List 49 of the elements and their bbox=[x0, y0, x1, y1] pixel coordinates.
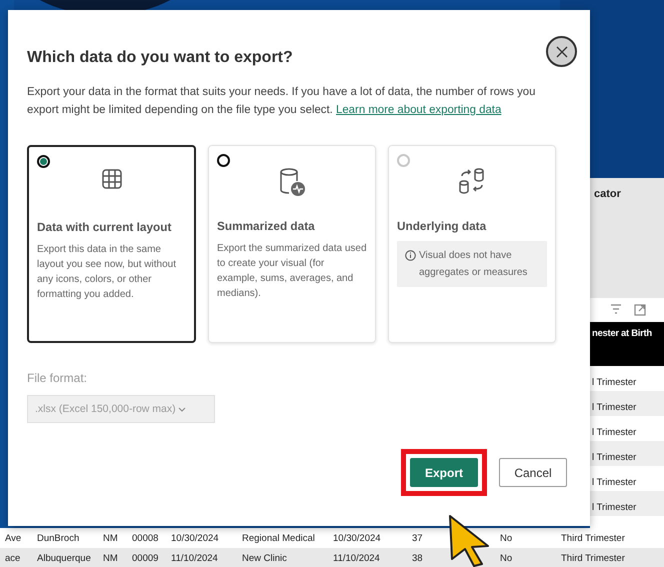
close-button[interactable] bbox=[546, 36, 577, 67]
table-cell-text: 38 bbox=[412, 552, 424, 564]
export-button[interactable]: Export bbox=[410, 458, 478, 487]
table-cell: l Trimester bbox=[590, 491, 664, 516]
table-cell-text: Third Trimester bbox=[561, 552, 626, 564]
filter-icon[interactable] bbox=[610, 304, 622, 314]
option-description: Export this data in the same layout you see now, but without any icons, colors, or other formatting you added. bbox=[37, 243, 177, 302]
chevron-down-icon bbox=[178, 406, 186, 412]
export-option-card[interactable]: Summarized data Export the summarized data used to create your visual (for example, sums, averages, and medians). bbox=[208, 145, 376, 343]
info-icon bbox=[405, 250, 416, 261]
radio-button[interactable] bbox=[37, 155, 50, 168]
radio-button[interactable] bbox=[217, 154, 230, 167]
dialog-description: Export your data in the format that suits your needs. If you have a lot of data, the number of rows you export might be limited depending on the file type you select. Learn more about exporting data bbox=[27, 85, 536, 118]
focus-mode-icon[interactable] bbox=[634, 304, 646, 316]
table-cell-text: 10/30/2024 bbox=[333, 532, 382, 544]
table-cell-text: 37 bbox=[412, 532, 424, 544]
option-title: Underlying data bbox=[397, 219, 488, 233]
learn-more-link[interactable]: Learn more about exporting data bbox=[336, 104, 502, 116]
table-cell-text: NM bbox=[103, 552, 119, 564]
table-cell-text: ace bbox=[5, 552, 22, 564]
table-cell-text: Third Trimester bbox=[561, 532, 626, 544]
cancel-button[interactable]: Cancel bbox=[499, 458, 567, 487]
table-cell-text: 00008 bbox=[132, 532, 160, 544]
note-text: Visual does not have aggregates or measures bbox=[419, 249, 528, 280]
option-title: Data with current layout bbox=[37, 220, 172, 234]
table-cell-text: DunBroch bbox=[37, 532, 80, 544]
database-chart-icon bbox=[278, 167, 306, 197]
close-icon bbox=[556, 46, 568, 58]
table-cell-text: Ave bbox=[5, 532, 22, 544]
dialog-title: Which data do you want to export? bbox=[27, 48, 293, 67]
table-cell-text: 10/30/2024 bbox=[171, 532, 220, 544]
table-cell-text: 11/10/2024 bbox=[171, 552, 219, 564]
table-cell-text: New Clinic bbox=[242, 552, 288, 564]
table-cell-text: 11/10/2024 bbox=[333, 552, 381, 564]
table-cell-text: No bbox=[500, 532, 514, 544]
option-title: Summarized data bbox=[217, 219, 316, 233]
table-cell-text: Regional Medical bbox=[242, 532, 316, 544]
table-cell-text: 00009 bbox=[132, 552, 160, 564]
option-description: Export the summarized data used to create your visual (for example, sums, averages, and medians). bbox=[217, 242, 367, 301]
report-title: cator bbox=[594, 188, 621, 200]
table-cell-text: No bbox=[500, 552, 514, 564]
file-format-label: File format: bbox=[27, 371, 88, 385]
export-option-card[interactable]: Data with current layout Export this data in the same layout you see now, but without any icons, colors, or other formatting you added. bbox=[27, 145, 196, 343]
table-cell-text: NM bbox=[103, 532, 119, 544]
table-cell: l Trimester bbox=[590, 441, 664, 466]
column-header: nester at Birth bbox=[590, 322, 664, 366]
table-cell: l Trimester bbox=[590, 391, 664, 416]
table-grid-icon bbox=[100, 168, 122, 190]
table-cell-text: Albuquerque bbox=[37, 552, 92, 564]
